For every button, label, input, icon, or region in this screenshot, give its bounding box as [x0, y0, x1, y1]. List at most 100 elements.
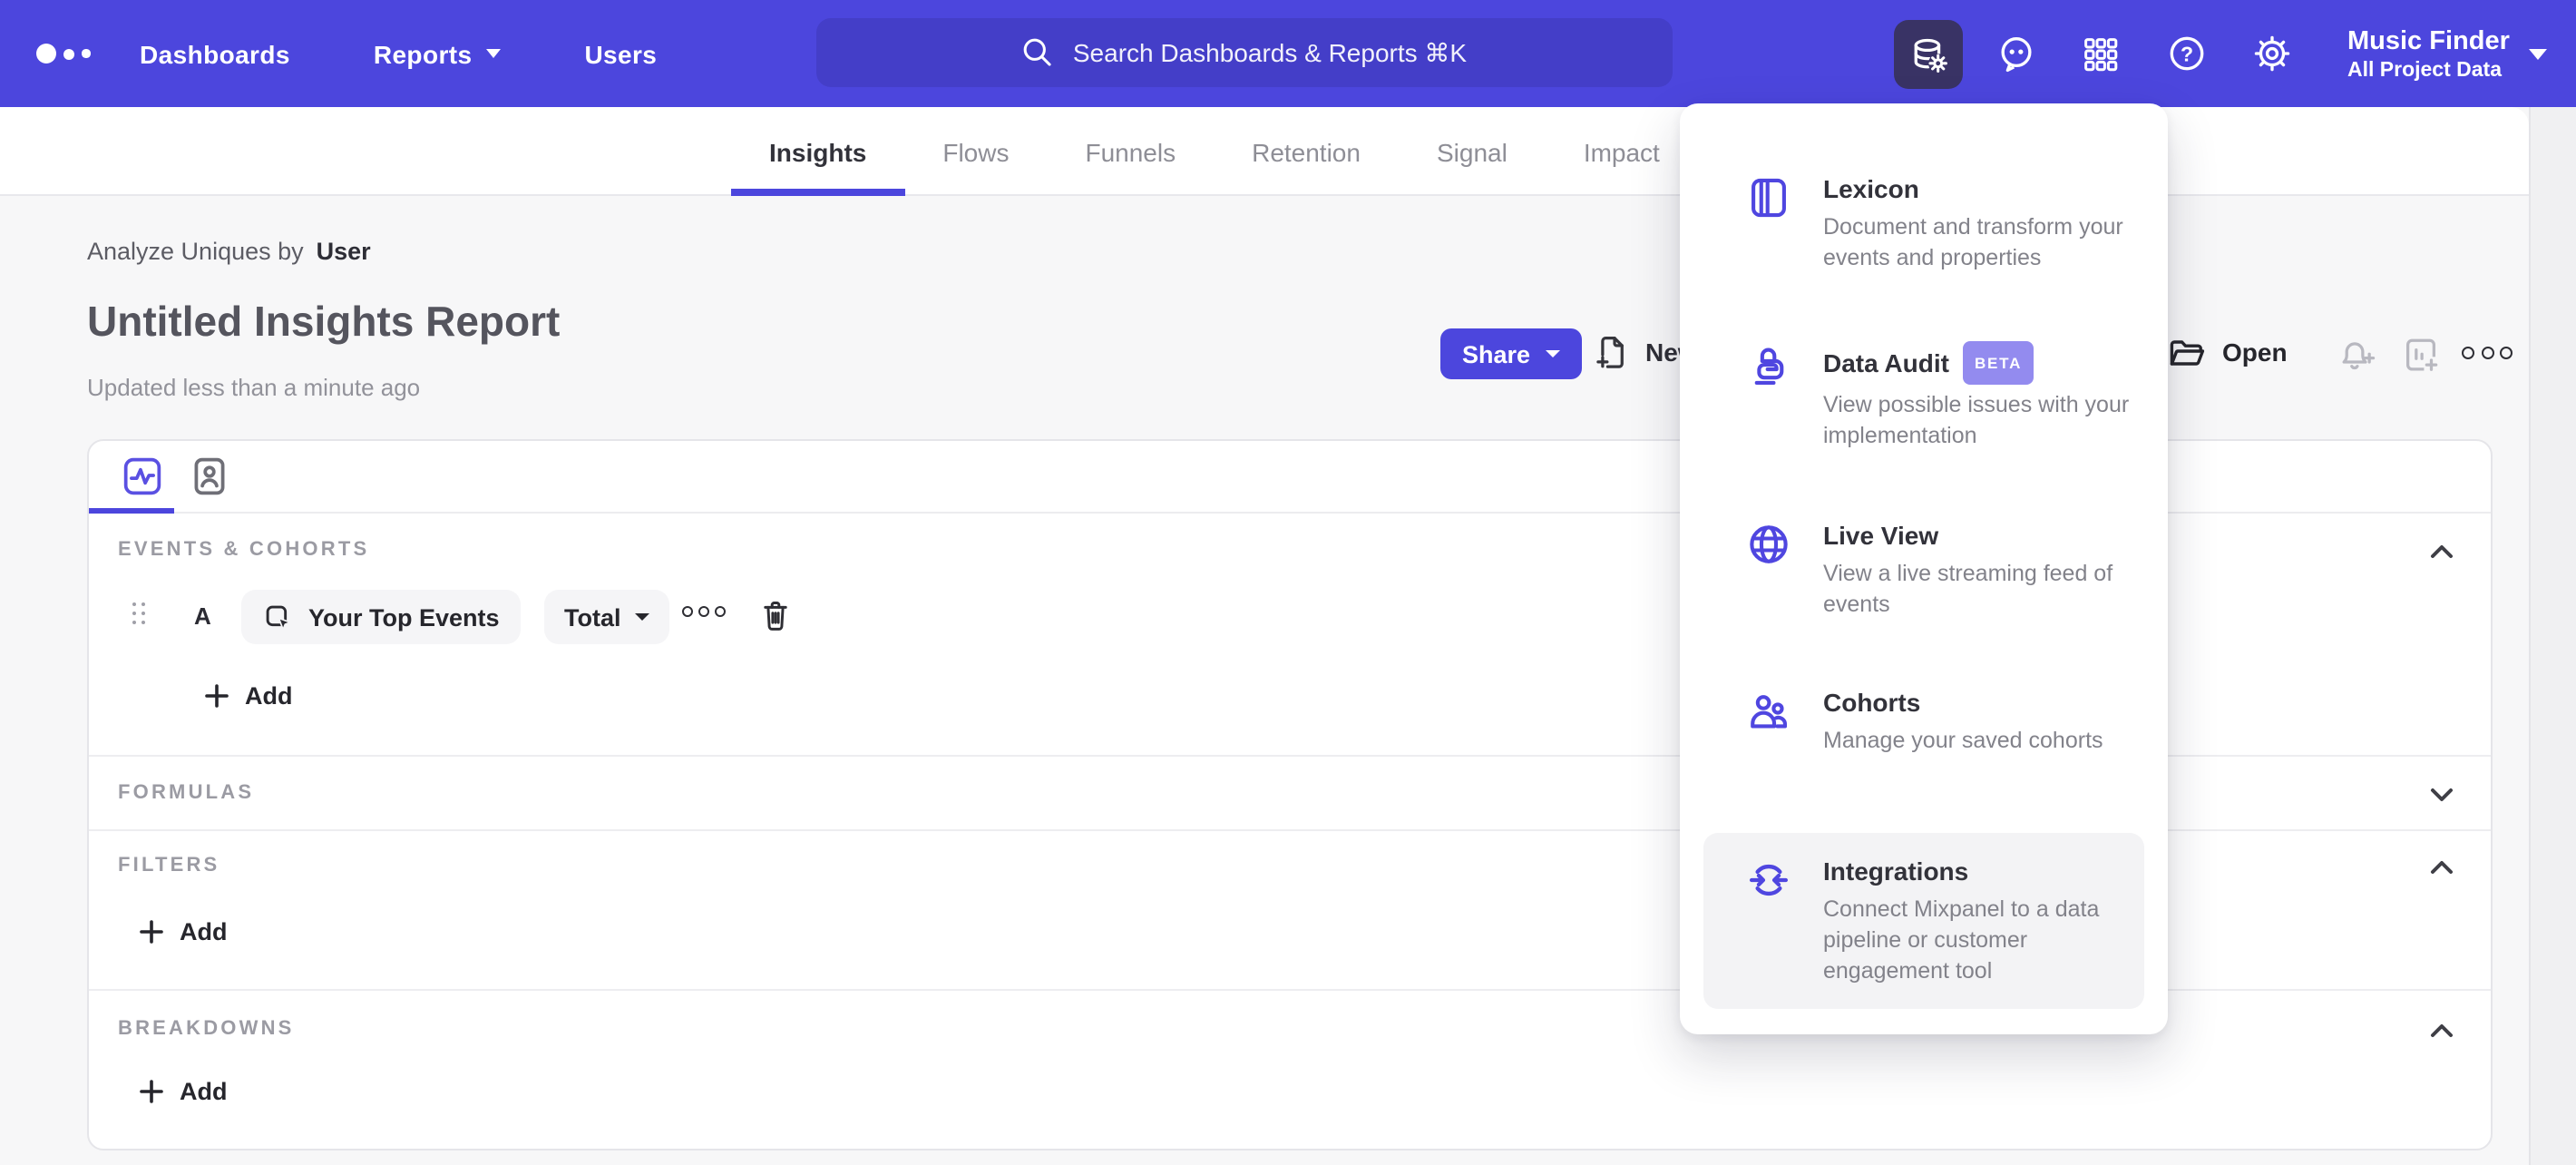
event-options-button[interactable]	[682, 606, 726, 617]
analyze-value[interactable]: User	[317, 238, 371, 265]
event-label: Your Top Events	[308, 603, 500, 631]
plus-icon	[205, 684, 229, 708]
data-management-button[interactable]	[1894, 19, 1963, 88]
gear-icon	[2253, 35, 2289, 72]
collapse-events-button[interactable]	[2429, 539, 2454, 572]
ellipsis-icon	[2500, 347, 2513, 359]
share-label: Share	[1462, 340, 1531, 367]
analyze-line: Analyze Uniques by User	[87, 238, 371, 265]
project-switcher[interactable]: Music Finder All Project Data	[2347, 0, 2548, 107]
nav-item-users[interactable]: Users	[584, 39, 657, 68]
integrations-sync-icon	[1745, 857, 1792, 987]
menu-item-title: Data Audit	[1823, 348, 1949, 377]
tab-signal[interactable]: Signal	[1399, 107, 1546, 196]
ellipsis-icon	[715, 606, 726, 617]
delete-event-button[interactable]	[758, 597, 793, 642]
data-tools-dropdown: Lexicon Document and transform your even…	[1680, 103, 2168, 1034]
add-to-board-button[interactable]	[2400, 334, 2442, 385]
project-scope: All Project Data	[2347, 59, 2502, 82]
section-header-breakdowns: BREAKDOWNS	[118, 1018, 295, 1040]
nav-item-reports[interactable]: Reports	[374, 39, 502, 68]
menu-item-title: Integrations	[1823, 857, 1969, 886]
settings-button[interactable]	[2244, 19, 2298, 88]
nav-links: Dashboards Reports Users	[140, 0, 657, 107]
insights-chart-icon	[122, 457, 161, 495]
event-selector-button[interactable]: Your Top Events	[241, 590, 522, 644]
chevron-down-icon	[1545, 350, 1560, 357]
menu-item-title: Cohorts	[1823, 688, 1921, 717]
global-search-input[interactable]: Search Dashboards & Reports ⌘K	[816, 18, 1673, 87]
alert-bell-plus-button[interactable]	[2335, 334, 2376, 385]
menu-item-text: Lexicon Document and transform your even…	[1823, 172, 2132, 274]
database-gear-icon	[1914, 37, 1948, 73]
menu-item-title: Live View	[1823, 521, 1939, 550]
ellipsis-icon	[682, 606, 693, 617]
open-report-button[interactable]: Open	[2166, 332, 2288, 372]
panel-tab-events[interactable]	[118, 453, 165, 500]
globe-icon	[1745, 521, 1792, 621]
tab-funnels[interactable]: Funnels	[1047, 107, 1214, 196]
mixpanel-logo-icon[interactable]	[36, 44, 90, 64]
nav-item-dashboards[interactable]: Dashboards	[140, 39, 290, 68]
right-gutter	[2529, 107, 2576, 1165]
help-button[interactable]: ?	[2159, 19, 2213, 88]
menu-item-desc: Manage your saved cohorts	[1823, 728, 2103, 753]
tab-flows[interactable]: Flows	[904, 107, 1047, 196]
chevron-up-icon	[2431, 545, 2453, 558]
series-letter: A	[194, 602, 211, 630]
data-audit-icon	[1745, 343, 1792, 452]
add-filter-button[interactable]: Add	[140, 918, 228, 945]
plus-icon	[140, 1080, 163, 1103]
tab-retention[interactable]: Retention	[1214, 107, 1399, 196]
tab-insights[interactable]: Insights	[731, 107, 904, 196]
nav-item-label: Dashboards	[140, 39, 290, 68]
file-plus-icon	[1596, 337, 1624, 368]
updated-timestamp: Updated less than a minute ago	[87, 374, 421, 401]
add-label: Add	[180, 1078, 228, 1105]
menu-item-cohorts[interactable]: Cohorts Manage your saved cohorts	[1680, 686, 2168, 757]
add-event-button[interactable]: Add	[205, 682, 293, 710]
menu-item-text: Cohorts Manage your saved cohorts	[1823, 686, 2132, 757]
drag-handle-icon[interactable]	[132, 602, 146, 625]
apps-grid-button[interactable]	[2073, 19, 2128, 88]
share-button[interactable]: Share	[1440, 328, 1582, 379]
menu-item-text: Integrations Connect Mixpanel to a data …	[1823, 855, 2132, 987]
collapse-filters-button[interactable]	[2429, 855, 2454, 887]
feedback-button[interactable]	[1988, 19, 2043, 88]
nav-item-label: Reports	[373, 39, 473, 68]
expand-formulas-button[interactable]	[2429, 782, 2454, 815]
menu-item-lexicon[interactable]: Lexicon Document and transform your even…	[1680, 172, 2168, 274]
project-name: Music Finder	[2347, 27, 2510, 57]
page-title[interactable]: Untitled Insights Report	[87, 298, 560, 347]
metric-dropdown[interactable]: Total	[544, 590, 670, 644]
trash-icon	[764, 602, 787, 631]
analyze-label: Analyze Uniques by	[87, 238, 304, 265]
tab-label: Retention	[1252, 137, 1361, 166]
add-breakdown-button[interactable]: Add	[140, 1078, 228, 1105]
section-header-events: EVENTS & COHORTS	[118, 539, 370, 561]
profile-card-icon	[193, 457, 224, 495]
metric-label: Total	[564, 603, 621, 631]
menu-item-text: Data Audit BETA View possible issues wit…	[1823, 341, 2132, 452]
menu-item-live-view[interactable]: Live View View a live streaming feed of …	[1680, 519, 2168, 621]
add-label: Add	[180, 918, 228, 945]
ellipsis-icon	[2481, 347, 2493, 359]
section-header-filters: FILTERS	[118, 855, 220, 876]
more-options-button[interactable]	[2462, 347, 2513, 359]
menu-item-text: Live View View a live streaming feed of …	[1823, 519, 2132, 621]
tab-label: Impact	[1583, 137, 1660, 166]
tab-impact[interactable]: Impact	[1546, 107, 1698, 196]
menu-item-desc: Connect Mixpanel to a data pipeline or c…	[1823, 896, 2100, 984]
section-header-formulas: FORMULAS	[118, 782, 255, 804]
menu-item-integrations[interactable]: Integrations Connect Mixpanel to a data …	[1703, 833, 2144, 1009]
panel-tab-profiles[interactable]	[185, 453, 232, 500]
board-plus-icon	[2405, 338, 2442, 375]
collapse-breakdowns-button[interactable]	[2429, 1018, 2454, 1051]
top-nav: Dashboards Reports Users Search Dashboar…	[0, 0, 2576, 107]
menu-item-data-audit[interactable]: Data Audit BETA View possible issues wit…	[1680, 341, 2168, 452]
add-label: Add	[245, 682, 293, 710]
svg-text:?: ?	[2180, 42, 2192, 65]
chevron-up-icon	[2431, 861, 2453, 874]
tab-label: Insights	[769, 137, 867, 166]
chevron-down-icon	[486, 49, 502, 58]
